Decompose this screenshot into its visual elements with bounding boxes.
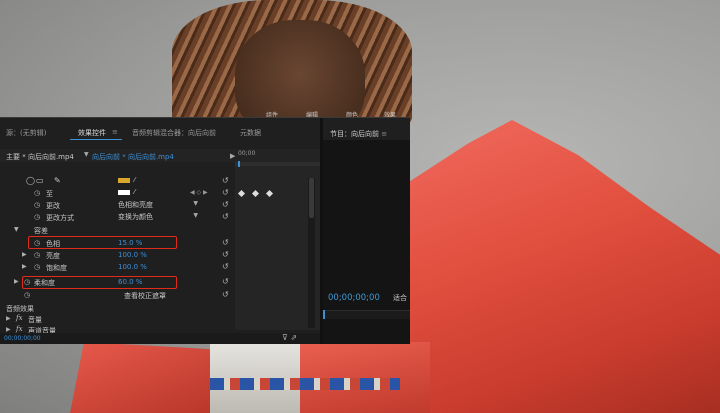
keyframe[interactable] [251, 189, 260, 198]
effect-row-tolerance: ▼ 容差 [0, 224, 235, 236]
param-label: 饱和度 [46, 264, 67, 272]
filter-icon[interactable]: ⊽ ⇗ [282, 333, 297, 342]
program-menu-icon[interactable]: ≡ [381, 130, 387, 138]
param-label: 亮度 [46, 252, 60, 260]
chevron-down-icon: ▼ [193, 200, 198, 207]
change-select[interactable]: 色相和亮度 ▼ [118, 200, 200, 209]
tab-metadata[interactable]: 元数据 [240, 128, 261, 138]
stopwatch-icon[interactable]: ◷ [24, 291, 30, 299]
reset-icon[interactable]: ↺ [222, 262, 229, 271]
param-label: 容差 [34, 227, 48, 235]
effect-row-mask: ◷ 查看校正遮罩 ↺ [0, 289, 235, 301]
reset-icon[interactable]: ↺ [222, 277, 229, 286]
timeline-ruler[interactable] [235, 161, 320, 167]
reset-icon[interactable]: ↺ [222, 188, 229, 197]
tab-effect-controls[interactable]: 效果控件 [78, 128, 106, 138]
audio-effect-volume[interactable]: ▶ fx 音量 [0, 313, 235, 324]
chevron-down-icon[interactable]: ▼ [84, 151, 89, 158]
view-correction-matte-checkbox[interactable]: 查看校正遮罩 [124, 291, 204, 301]
panel-tabs: 源：(无剪辑) 效果控件 ≡ 音频剪辑混合器：向后向前 元数据 [0, 125, 320, 139]
tab-source[interactable]: 源：(无剪辑) [6, 128, 46, 138]
reset-icon[interactable]: ↺ [222, 200, 229, 209]
chevron-right-icon[interactable]: ▶ [6, 315, 11, 322]
panel-menu-icon[interactable]: ≡ [112, 128, 118, 136]
keyframe[interactable] [265, 189, 274, 198]
vertical-scrollbar[interactable] [308, 178, 315, 328]
sequence-clip-label[interactable]: 向后向前 * 向后向前.mp4 [92, 152, 174, 162]
stopwatch-icon[interactable]: ◷ [34, 251, 40, 259]
red-jacket-left [70, 342, 210, 413]
stopwatch-icon[interactable]: ◷ [34, 201, 40, 209]
effect-controls-panel: 源：(无剪辑) 效果控件 ≡ 音频剪辑混合器：向后向前 元数据 节目：向后向前 … [0, 117, 410, 344]
program-monitor: 00;00;00;00 适合 [323, 140, 410, 344]
panel-footer: 00;00;00;00 ⊽ ⇗ [0, 333, 320, 344]
program-timecode[interactable]: 00;00;00;00 [328, 293, 380, 303]
chevron-right-icon[interactable]: ▶ [22, 251, 27, 258]
chevron-right-icon[interactable]: ▶ [22, 263, 27, 270]
stopwatch-icon[interactable]: ◷ [34, 263, 40, 271]
hue-highlight-box [28, 236, 177, 249]
keyframe[interactable] [237, 189, 246, 198]
red-jacket [405, 120, 720, 413]
fx-badge-icon[interactable]: fx [16, 325, 23, 333]
eyedropper-icon[interactable]: ⁄ [134, 176, 135, 184]
keyframe-navigator[interactable]: ◀ ◇ ▶ [190, 189, 208, 196]
zoom-fit-select[interactable]: 适合 [393, 293, 407, 303]
lightness-value[interactable]: 100.0 % [118, 251, 147, 259]
saturation-value[interactable]: 100.0 % [118, 263, 147, 271]
program-scrubber[interactable] [323, 310, 410, 319]
eyedropper-icon[interactable]: ⁄ [134, 188, 135, 196]
reset-icon[interactable]: ↺ [222, 250, 229, 259]
reset-icon[interactable]: ↺ [222, 238, 229, 247]
scrollbar-thumb[interactable] [309, 178, 314, 218]
effect-row-lightness: ▶ ◷ 亮度 100.0 % ↺ [0, 249, 235, 261]
effect-row-change: ◷ 更改 色相和亮度 ▼ ↺ [0, 199, 235, 211]
active-tab-indicator [70, 139, 122, 140]
stopwatch-icon[interactable]: ◷ [34, 189, 40, 197]
reset-icon[interactable]: ↺ [222, 176, 229, 185]
param-label: 更改 [46, 202, 60, 210]
play-icon[interactable]: ▶ [230, 152, 235, 160]
effect-row-to: ◷ 至 ⁄ ◀ ◇ ▶ ↺ [0, 187, 235, 199]
current-timecode[interactable]: 00;00;00;00 [4, 335, 41, 342]
clip-header: 主要 * 向后向前.mp4 ▼ 向后向前 * 向后向前.mp4 ▶ 00;00 [0, 149, 320, 162]
change-by-select[interactable]: 变换为颜色 ▼ [118, 212, 200, 221]
param-label: 更改方式 [46, 214, 74, 222]
from-color-swatch[interactable] [118, 178, 130, 183]
fx-badge-icon[interactable]: fx [16, 314, 23, 322]
chevron-down-icon[interactable]: ▼ [14, 226, 19, 233]
effect-row-from: ⁄ ↺ [0, 175, 235, 187]
effect-row-change-by: ◷ 更改方式 变换为颜色 ▼ ↺ [0, 211, 235, 223]
striped-band [210, 378, 400, 390]
to-color-swatch[interactable] [118, 190, 130, 195]
reset-icon[interactable]: ↺ [222, 212, 229, 221]
playhead[interactable] [323, 310, 325, 319]
stopwatch-icon[interactable]: ◷ [34, 213, 40, 221]
param-label: 至 [46, 190, 53, 198]
chevron-right-icon[interactable]: ▶ [14, 278, 19, 285]
effect-row-saturation: ▶ ◷ 饱和度 100.0 % ↺ [0, 261, 235, 273]
softness-highlight-box [22, 276, 177, 289]
tab-program[interactable]: 节目：向后向前 ≡ [330, 129, 387, 139]
tab-audio-mixer[interactable]: 音频剪辑混合器：向后向前 [132, 128, 216, 138]
reset-icon[interactable]: ↺ [222, 290, 229, 299]
chevron-right-icon[interactable]: ▶ [6, 326, 11, 333]
master-clip-label[interactable]: 主要 * 向后向前.mp4 [6, 152, 74, 162]
timeline-playhead[interactable] [238, 161, 240, 167]
audio-effects-header: 音频效果 [0, 302, 235, 313]
timeline-timecode: 00;00 [238, 150, 256, 157]
chevron-down-icon: ▼ [193, 212, 198, 219]
